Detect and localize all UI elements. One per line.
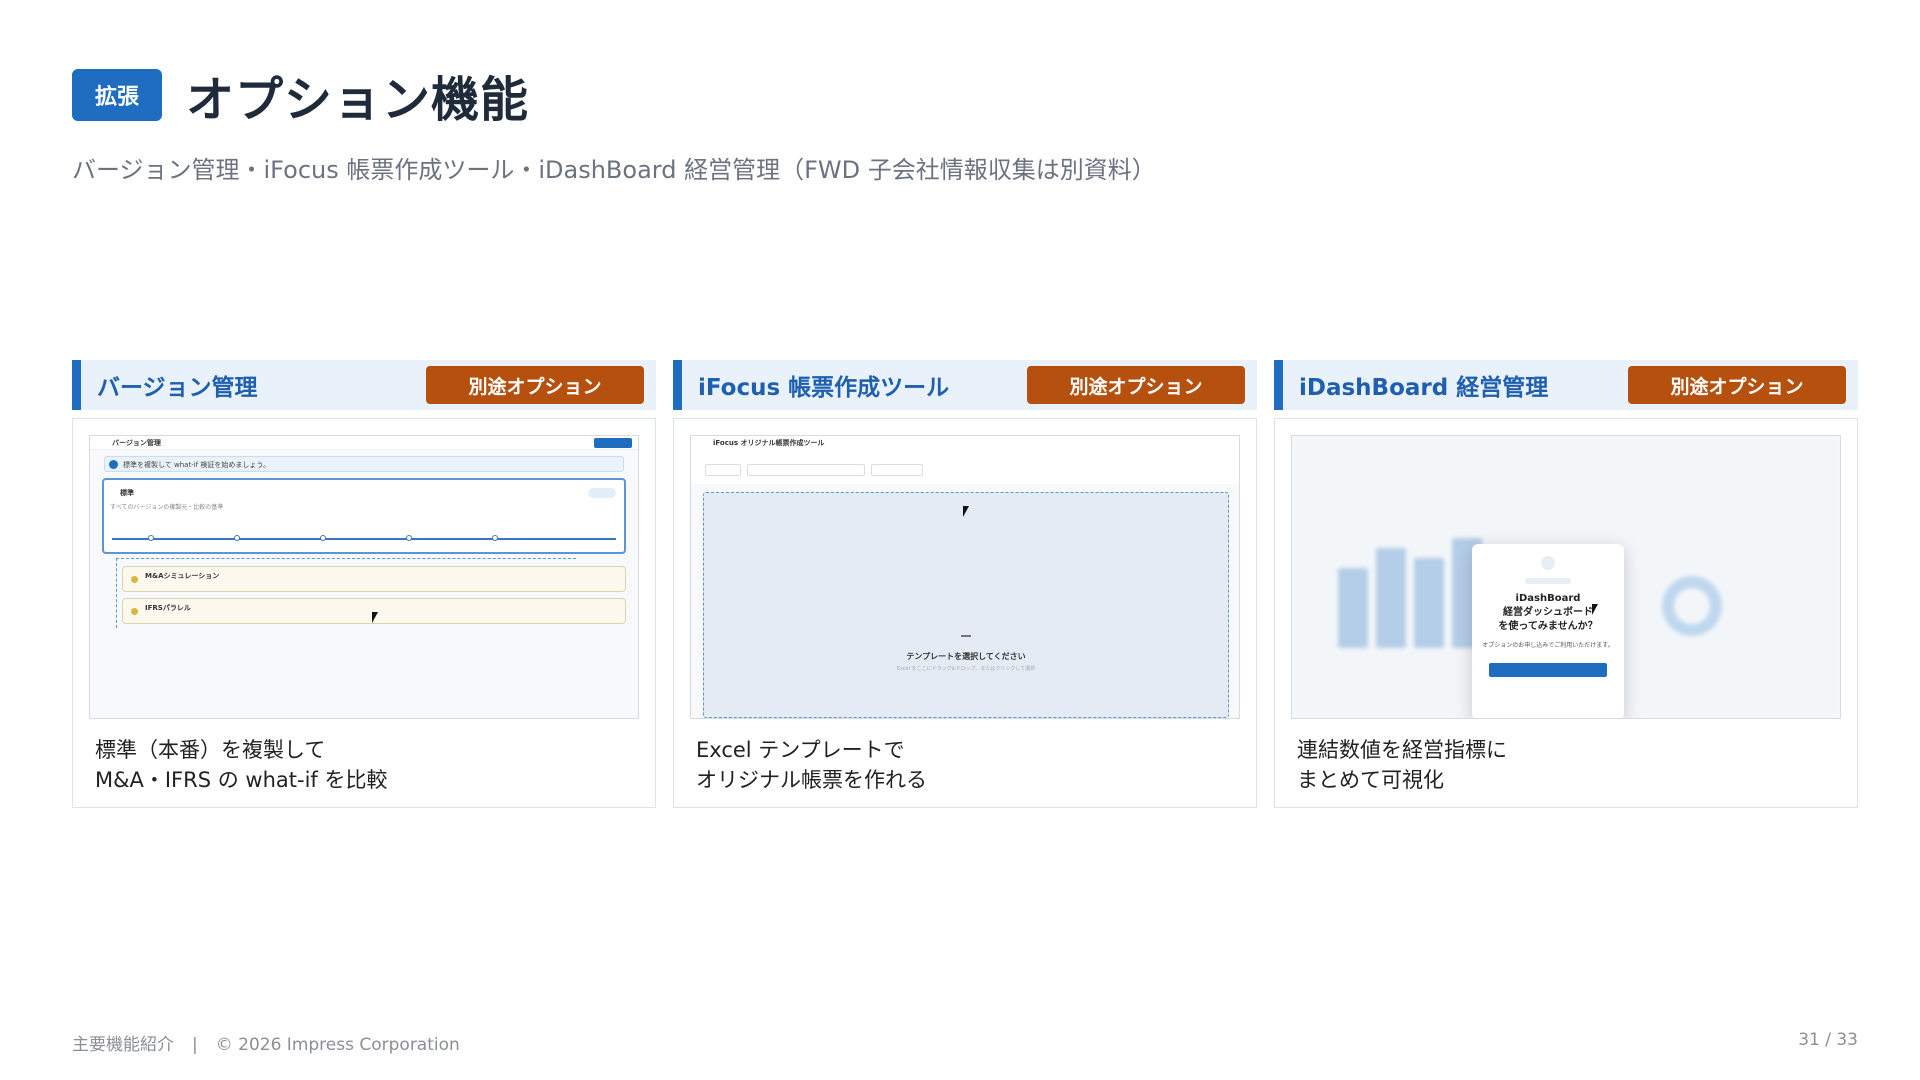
screenshot-title: バージョン管理: [112, 439, 161, 447]
branch-icon: [131, 608, 138, 615]
description-line: Excel テンプレートで: [696, 738, 905, 762]
timeline-line: [112, 538, 616, 540]
upload-button: [871, 464, 923, 476]
chart-bar: [1338, 568, 1368, 648]
screenshot-toolbar: iFocus オリジナル帳票作成ツール: [691, 436, 1239, 484]
donut-chart: [1662, 576, 1722, 636]
timeline-dot: [320, 535, 326, 541]
description-line: 標準（本番）を複製して: [95, 738, 326, 762]
mouse-cursor-icon: [372, 612, 378, 623]
modal-heading: iDashBoard 経営ダッシュボード を使ってみませんか？: [1472, 592, 1624, 634]
new-version-button: [594, 438, 632, 448]
option-tag: 別途オプション: [1628, 366, 1846, 404]
modal-text: オプションのお申し込みでご利用いただけます。: [1482, 642, 1614, 649]
category-badge: 拡張: [72, 69, 162, 121]
branch-icon: [131, 576, 138, 583]
modal-tag: [1525, 578, 1571, 584]
description-line: M&A・IFRS の what-if を比較: [95, 768, 388, 792]
idashboard-screenshot: iDashBoard 経営ダッシュボード を使ってみませんか？ オプションのお申…: [1291, 435, 1841, 719]
copyright: © 2026 Impress Corporation: [215, 1035, 460, 1055]
timeline-dot: [492, 535, 498, 541]
branch-connector: [116, 558, 120, 628]
mouse-cursor-icon: [1592, 604, 1598, 615]
option-tag: 別途オプション: [1027, 366, 1245, 404]
footer-section: 主要機能紹介: [72, 1035, 174, 1055]
branch-connector: [116, 558, 576, 559]
info-banner: 標準を複製して what-if 検証を始めましょう。: [104, 456, 624, 472]
timeline-dot: [234, 535, 240, 541]
screenshot-title: iFocus オリジナル帳票作成ツール: [713, 439, 825, 447]
description-line: まとめて可視化: [1297, 768, 1444, 792]
footer: 主要機能紹介 | © 2026 Impress Corporation: [72, 1030, 460, 1055]
upsell-modal: iDashBoard 経営ダッシュボード を使ってみませんか？ オプションのお申…: [1472, 544, 1624, 718]
screenshot-toolbar: バージョン管理: [90, 436, 638, 450]
slide-title: オプション機能: [186, 72, 530, 128]
dropzone-hint: Excel をここにドラッグ&ドロップ、またはクリックして選択: [896, 666, 1036, 672]
template-dropzone: テンプレートを選択してください Excel をここにドラッグ&ドロップ、またはク…: [703, 492, 1229, 718]
card-description: 連結数値を経営指標に まとめて可視化: [1291, 735, 1841, 795]
timeline-dot: [406, 535, 412, 541]
card-header: バージョン管理 別途オプション: [72, 360, 656, 410]
card-header: iDashBoard 経営管理 別途オプション: [1274, 360, 1858, 410]
mouse-cursor-icon: [963, 506, 969, 517]
card-ifocus-report-tool: iFocus 帳票作成ツール 別途オプション iFocus オリジナル帳票作成ツ…: [673, 360, 1257, 808]
status-pill: [588, 488, 616, 498]
card-description: 標準（本番）を複製して M&A・IFRS の what-if を比較: [89, 735, 639, 795]
chart-bar: [1376, 548, 1406, 648]
slide-header: 拡張 オプション機能: [72, 60, 529, 130]
apply-button: [1489, 663, 1607, 677]
card-body: iFocus オリジナル帳票作成ツール テンプレートを選択してください Exce…: [673, 418, 1257, 808]
option-cards: バージョン管理 別途オプション バージョン管理 標準を複製して what-if …: [72, 360, 1858, 808]
standard-version-card: 標準 すべてのバージョンの複製元・比較の基準: [102, 478, 626, 554]
modal-heading-line: を使ってみませんか？: [1498, 621, 1598, 632]
option-tag: 別途オプション: [426, 366, 644, 404]
card-title: iFocus 帳票作成ツール: [698, 375, 950, 401]
ifocus-screenshot: iFocus オリジナル帳票作成ツール テンプレートを選択してください Exce…: [690, 435, 1240, 719]
description-line: オリジナル帳票を作れる: [696, 768, 927, 792]
template-select: [747, 464, 865, 476]
card-body: iDashBoard 経営ダッシュボード を使ってみませんか？ オプションのお申…: [1274, 418, 1858, 808]
card-version-management: バージョン管理 別途オプション バージョン管理 標準を複製して what-if …: [72, 360, 656, 808]
upload-icon: [961, 635, 971, 645]
card-header: iFocus 帳票作成ツール 別途オプション: [673, 360, 1257, 410]
card-body: バージョン管理 標準を複製して what-if 検証を始めましょう。 標準 すべ…: [72, 418, 656, 808]
timeline-dot: [148, 535, 154, 541]
card-description: Excel テンプレートで オリジナル帳票を作れる: [690, 735, 1240, 795]
modal-heading-line: iDashBoard: [1515, 593, 1581, 604]
period-select: [705, 464, 741, 476]
branch-name: M&Aシミュレーション: [145, 572, 220, 580]
chart-bar: [1414, 558, 1444, 648]
card-idashboard: iDashBoard 経営管理 別途オプション iDashBoard 経営ダッシ…: [1274, 360, 1858, 808]
page-number: 31 / 33: [1798, 1030, 1858, 1050]
version-screenshot: バージョン管理 標準を複製して what-if 検証を始めましょう。 標準 すべ…: [89, 435, 639, 719]
branch-card: M&Aシミュレーション: [122, 566, 626, 592]
info-icon: [109, 460, 118, 469]
modal-heading-line: 経営ダッシュボード: [1503, 607, 1593, 618]
description-line: 連結数値を経営指標に: [1297, 738, 1507, 762]
dropzone-title: テンプレートを選択してください: [906, 652, 1026, 661]
footer-separator: |: [192, 1035, 198, 1055]
lock-icon: [1541, 556, 1555, 570]
standard-label: 標準: [120, 489, 134, 497]
card-title: バージョン管理: [97, 375, 258, 401]
branch-name: IFRSパラレル: [145, 604, 191, 612]
slide-subtitle: バージョン管理・iFocus 帳票作成ツール・iDashBoard 経営管理（F…: [72, 156, 1156, 184]
card-title: iDashBoard 経営管理: [1299, 375, 1549, 401]
standard-meta: すべてのバージョンの複製元・比較の基準: [110, 504, 224, 511]
info-text: 標準を複製して what-if 検証を始めましょう。: [123, 461, 270, 469]
